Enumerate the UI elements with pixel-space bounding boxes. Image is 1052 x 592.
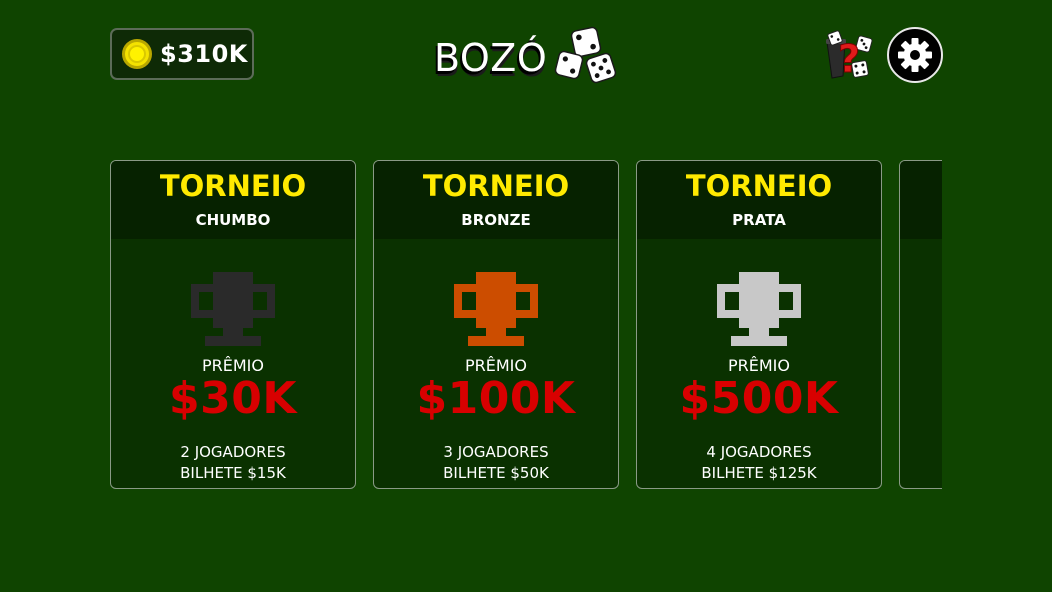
players-count: 3 JOGADORES [443, 443, 549, 461]
gear-icon [898, 38, 932, 72]
coin-icon [122, 39, 152, 69]
ticket-price: BILHETE $125K [701, 464, 817, 482]
trophy-icon [454, 272, 538, 346]
card-tier: CHUMBO [195, 211, 271, 229]
prize-value: $500K [679, 373, 839, 424]
card-tier: BRONZE [461, 211, 531, 229]
settings-button[interactable] [887, 27, 943, 83]
app-screen: $310K BOZÓ ? TORNEIO CHUMBO PRÊMIO $30K … [0, 0, 1052, 592]
coin-balance[interactable]: $310K [110, 28, 254, 80]
trophy-icon [717, 272, 801, 346]
card-header [900, 161, 942, 239]
trophy-icon [191, 272, 275, 346]
help-dice-icon[interactable]: ? [823, 28, 875, 82]
svg-text:?: ? [838, 37, 860, 81]
tournament-card-next[interactable] [899, 160, 942, 489]
card-header: TORNEIO BRONZE [374, 161, 618, 239]
coin-balance-value: $310K [160, 40, 248, 68]
players-count: 4 JOGADORES [706, 443, 812, 461]
logo-text: BOZÓ [434, 36, 548, 80]
prize-value: $30K [169, 373, 297, 424]
card-title: TORNEIO [422, 169, 570, 203]
card-header: TORNEIO PRATA [637, 161, 881, 239]
ticket-price: BILHETE $15K [180, 464, 286, 482]
players-count: 2 JOGADORES [180, 443, 286, 461]
card-title: TORNEIO [159, 169, 307, 203]
tournament-carousel[interactable]: TORNEIO CHUMBO PRÊMIO $30K 2 JOGADORES B… [110, 160, 942, 490]
ticket-price: BILHETE $50K [443, 464, 549, 482]
card-header: TORNEIO CHUMBO [111, 161, 355, 239]
prize-value: $100K [416, 373, 576, 424]
tournament-card-chumbo[interactable]: TORNEIO CHUMBO PRÊMIO $30K 2 JOGADORES B… [110, 160, 356, 489]
dice-icon [554, 26, 617, 84]
tournament-card-bronze[interactable]: TORNEIO BRONZE PRÊMIO $100K 3 JOGADORES … [373, 160, 619, 489]
tournament-card-prata[interactable]: TORNEIO PRATA PRÊMIO $500K 4 JOGADORES B… [636, 160, 882, 489]
card-tier: PRATA [732, 211, 786, 229]
card-title: TORNEIO [685, 169, 833, 203]
game-logo: BOZÓ [434, 26, 624, 86]
